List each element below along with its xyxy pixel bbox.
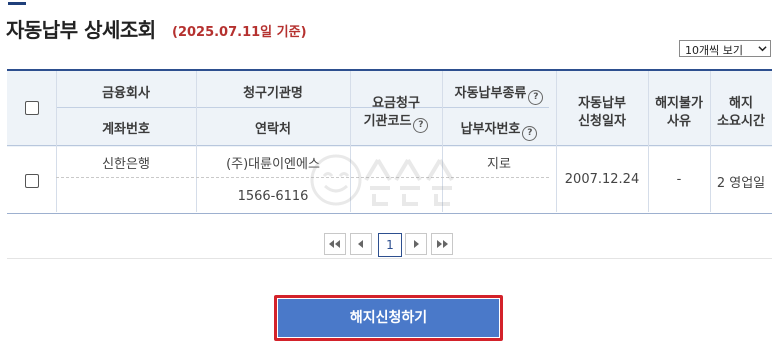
header-reason-line1: 해지불가 <box>655 96 703 111</box>
header-bottom-border <box>7 145 772 146</box>
header-billing-org: 청구기관명 <box>243 86 303 101</box>
header-payer-number-label: 납부자번호 <box>460 122 521 137</box>
next-page-button[interactable] <box>405 233 427 255</box>
page-number-current[interactable]: 1 <box>378 233 402 257</box>
watermark-logo <box>310 154 454 206</box>
header-bank: 금융회사 <box>102 86 150 101</box>
header-payment-type: 자동납부종류? <box>442 82 556 105</box>
header-applied-date-line2: 신청일자 <box>578 114 626 129</box>
first-page-button[interactable] <box>324 233 346 255</box>
double-chevron-left-icon <box>329 240 340 248</box>
cell-reason: - <box>676 172 682 187</box>
header-org-code-line2: 기관코드? <box>350 110 442 133</box>
cell-applied-date: 2007.12.24 <box>564 172 640 187</box>
page-subtitle-date: (2025.07.11일 기준) <box>172 25 307 40</box>
chevron-down-icon <box>758 46 767 52</box>
last-page-button[interactable] <box>431 233 453 255</box>
section-divider <box>7 258 772 259</box>
header-org-code-line1: 요금청구 <box>372 96 420 111</box>
page-title: 자동납부 상세조회 <box>6 18 156 42</box>
chevron-right-icon <box>414 240 419 248</box>
title-accent-bar <box>8 2 26 5</box>
help-icon[interactable]: ? <box>528 90 544 105</box>
header-reason-line2: 사유 <box>667 114 691 129</box>
header-account: 계좌번호 <box>102 122 150 137</box>
cancel-auto-payment-button[interactable]: 해지신청하기 <box>278 299 499 337</box>
header-divider <box>56 107 549 108</box>
cell-bank: 신한은행 <box>102 157 150 172</box>
header-org-code-label: 기관코드 <box>363 114 412 129</box>
header-payer-number: 납부자번호? <box>442 118 556 141</box>
help-icon[interactable]: ? <box>413 118 429 133</box>
header-contact: 연락처 <box>255 122 291 137</box>
cell-duration: 2 영업일 <box>716 176 766 191</box>
help-icon[interactable]: ? <box>522 126 538 141</box>
header-payment-type-label: 자동납부종류 <box>454 86 527 101</box>
per-page-select[interactable]: 10개씩 보기 <box>679 40 771 57</box>
header-applied-date-line1: 자동납부 <box>578 96 626 111</box>
per-page-select-value: 10개씩 보기 <box>685 44 743 57</box>
prev-page-button[interactable] <box>350 233 372 255</box>
select-all-checkbox[interactable] <box>25 101 39 115</box>
header-duration-line1: 해지 <box>729 96 753 111</box>
header-duration-line2: 소요시간 <box>717 114 765 129</box>
chevron-left-icon <box>358 240 363 248</box>
double-chevron-right-icon <box>437 240 448 248</box>
row-checkbox[interactable] <box>25 174 39 188</box>
